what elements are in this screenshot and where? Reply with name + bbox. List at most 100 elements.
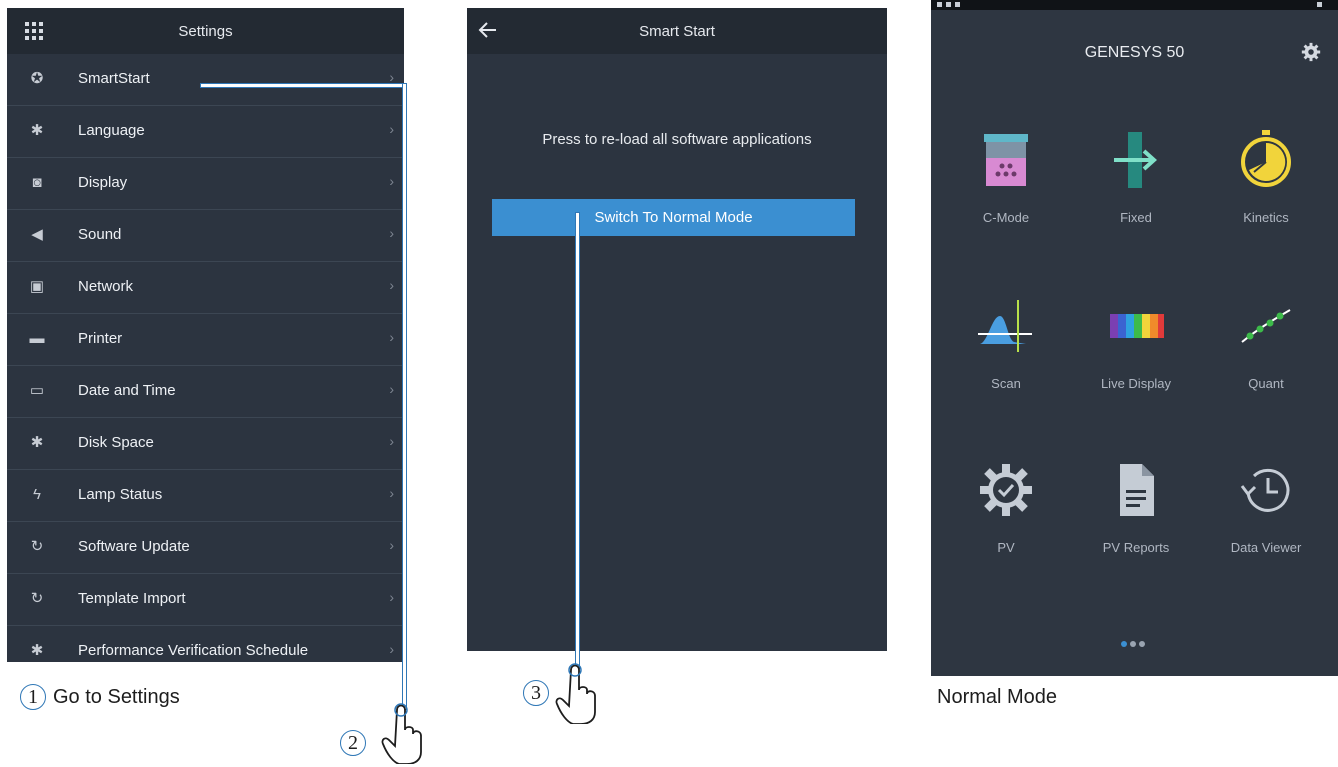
- step-1-text: Go to Settings: [53, 686, 180, 708]
- settings-item-pv-schedule[interactable]: ✱ Performance Verification Schedule ›: [7, 626, 404, 662]
- normal-mode-caption: Normal Mode: [937, 686, 1058, 708]
- calendar-icon: ▭: [29, 382, 45, 399]
- settings-screen: Settings ✪ SmartStart › ✱ Language › ◙ D…: [7, 8, 404, 662]
- settings-item-label: Software Update: [78, 538, 190, 555]
- settings-item-label: Sound: [78, 226, 122, 243]
- settings-item-sound[interactable]: ◀ Sound ›: [7, 210, 404, 262]
- reload-prompt: Press to re-load all software applicatio…: [542, 131, 812, 148]
- fixed-wavelength-icon: [1114, 132, 1157, 188]
- app-kinetics[interactable]: Kinetics: [1201, 130, 1331, 225]
- app-scan[interactable]: Scan: [941, 296, 1071, 391]
- chevron-right-icon: ›: [389, 589, 394, 605]
- settings-item-label: Language: [78, 122, 145, 139]
- app-data-viewer[interactable]: Data Viewer: [1201, 460, 1331, 555]
- settings-item-disk-space[interactable]: ✱ Disk Space ›: [7, 418, 404, 470]
- gear-icon: ✱: [30, 642, 44, 659]
- app-label: Scan: [991, 376, 1021, 391]
- app-title: GENESYS 50: [1084, 44, 1185, 61]
- spectrum-icon: [1110, 314, 1164, 338]
- stopwatch-icon: [1241, 130, 1291, 187]
- app-label: Data Viewer: [1230, 540, 1302, 555]
- settings-item-lamp-status[interactable]: ϟ Lamp Status ›: [7, 470, 404, 522]
- document-icon: [1120, 464, 1154, 516]
- page-indicator[interactable]: [1121, 634, 1148, 652]
- app-pv-reports[interactable]: PV Reports: [1071, 460, 1201, 555]
- settings-item-label: Date and Time: [78, 382, 176, 399]
- app-c-mode[interactable]: C-Mode: [941, 130, 1071, 225]
- gear-icon[interactable]: [1300, 41, 1322, 63]
- status-bar: [931, 0, 1338, 10]
- lightning-icon: ϟ: [33, 486, 41, 503]
- speaker-icon: ◀: [31, 226, 43, 243]
- chevron-right-icon: ›: [389, 121, 394, 137]
- gear-check-icon: [980, 464, 1032, 516]
- app-pv[interactable]: PV: [941, 460, 1071, 555]
- settings-item-date-time[interactable]: ▭ Date and Time ›: [7, 366, 404, 418]
- gear-icon: ✱: [30, 122, 44, 139]
- chevron-right-icon: ›: [389, 641, 394, 657]
- settings-item-label: Lamp Status: [78, 486, 163, 503]
- page-dot[interactable]: [1139, 641, 1145, 647]
- callout-line-v1: [402, 83, 407, 710]
- chevron-right-icon: ›: [389, 173, 394, 189]
- chevron-right-icon: ›: [389, 381, 394, 397]
- beaker-icon: [984, 134, 1028, 186]
- step-3-badge: 3: [523, 680, 549, 706]
- printer-icon: ▬: [29, 330, 45, 347]
- app-label: C-Mode: [982, 210, 1030, 225]
- settings-title: Settings: [178, 23, 233, 40]
- page-dot[interactable]: [1130, 641, 1136, 647]
- settings-item-label: Template Import: [78, 590, 186, 607]
- page-dot-active[interactable]: [1121, 641, 1127, 647]
- settings-item-template-import[interactable]: ↻ Template Import ›: [7, 574, 404, 626]
- app-label: Fixed: [1120, 210, 1152, 225]
- chevron-right-icon: ›: [389, 329, 394, 345]
- settings-topbar: Settings: [7, 8, 404, 54]
- settings-item-label: Disk Space: [78, 434, 154, 451]
- settings-item-label: Display: [78, 174, 128, 191]
- settings-item-language[interactable]: ✱ Language ›: [7, 106, 404, 158]
- scan-peak-icon: [978, 300, 1032, 352]
- chevron-right-icon: ›: [389, 433, 394, 449]
- app-label: PV: [997, 540, 1015, 555]
- smart-start-topbar: Smart Start: [467, 8, 887, 54]
- chevron-right-icon: ›: [389, 277, 394, 293]
- settings-item-label: SmartStart: [78, 70, 150, 87]
- smart-start-screen: Smart Start Press to re-load all softwar…: [467, 8, 887, 651]
- gear-icon: ✱: [30, 434, 44, 451]
- history-icon: [1240, 468, 1290, 512]
- settings-item-label: Performance Verification Schedule: [78, 642, 309, 659]
- callout-line-v2: [575, 212, 580, 669]
- refresh-icon: ↻: [30, 538, 44, 555]
- chevron-right-icon: ›: [389, 537, 394, 553]
- star-badge-icon: ✪: [30, 70, 44, 87]
- settings-item-smartstart[interactable]: ✪ SmartStart ›: [7, 54, 404, 106]
- curve-icon: [1241, 309, 1291, 343]
- chevron-right-icon: ›: [389, 485, 394, 501]
- settings-item-printer[interactable]: ▬ Printer ›: [7, 314, 404, 366]
- settings-item-software-update[interactable]: ↻ Software Update ›: [7, 522, 404, 574]
- callout-line-h1: [200, 83, 406, 88]
- settings-item-display[interactable]: ◙ Display ›: [7, 158, 404, 210]
- app-label: PV Reports: [1102, 540, 1170, 555]
- refresh-icon: ↻: [30, 590, 44, 607]
- app-quant[interactable]: Quant: [1201, 296, 1331, 391]
- display-icon: ◙: [32, 174, 42, 191]
- settings-item-network[interactable]: ▣ Network ›: [7, 262, 404, 314]
- network-icon: ▣: [29, 278, 45, 295]
- app-fixed[interactable]: Fixed: [1071, 130, 1201, 225]
- hand-pointer-icon: [555, 663, 596, 724]
- settings-menu: ✪ SmartStart › ✱ Language › ◙ Display › …: [7, 54, 404, 662]
- app-live-display[interactable]: Live Display: [1071, 296, 1201, 391]
- smart-start-title: Smart Start: [639, 23, 715, 40]
- settings-item-label: Network: [78, 278, 134, 295]
- settings-item-label: Printer: [78, 330, 123, 347]
- step-2-badge: 2: [340, 730, 366, 756]
- hand-pointer-icon: [381, 703, 422, 764]
- app-label: Kinetics: [1243, 210, 1289, 225]
- app-label: Quant: [1248, 376, 1284, 391]
- switch-normal-mode-button[interactable]: Switch To Normal Mode: [492, 199, 855, 236]
- step-1-badge: 1: [20, 684, 46, 710]
- app-label: Live Display: [1100, 376, 1172, 391]
- home-screen: GENESYS 50 C-Mode Fixed Kinetics Scan Li…: [931, 0, 1338, 676]
